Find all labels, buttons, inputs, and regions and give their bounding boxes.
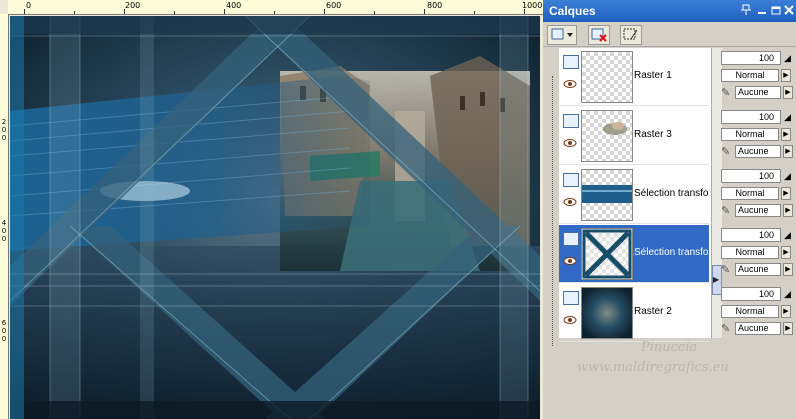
eye-icon[interactable]: [563, 256, 577, 266]
image-canvas[interactable]: [10, 16, 540, 419]
blend-dropdown-arrow-icon[interactable]: ▶: [781, 187, 791, 200]
raster-layer-icon: [563, 173, 579, 187]
opacity-slider-icon[interactable]: ◢: [784, 230, 791, 241]
watermark-line1: Pinuccia: [641, 340, 698, 355]
layer-row[interactable]: Raster 2: [559, 284, 709, 342]
link-icon: ✎: [721, 146, 731, 158]
ruler-label: 200: [125, 1, 141, 10]
layer-properties-row: 100 ◢ Normal ▶ ✎ Aucune ▶: [721, 48, 796, 105]
mask-dropdown-arrow-icon[interactable]: ▶: [783, 204, 793, 217]
link-icon: ✎: [721, 323, 731, 335]
expand-arrow-icon[interactable]: ▶: [713, 275, 719, 284]
ruler-label: 400: [226, 1, 242, 10]
blend-mode-select[interactable]: Normal: [721, 246, 779, 259]
eye-icon[interactable]: [563, 197, 577, 207]
opacity-slider-icon[interactable]: ◢: [784, 289, 791, 300]
layer-thumbnail: [581, 228, 633, 280]
blend-mode-select[interactable]: Normal: [721, 69, 779, 82]
ruler-label: 2 0 0: [1, 118, 7, 142]
layer-thumbnail: [581, 287, 633, 339]
mask-dropdown-arrow-icon[interactable]: ▶: [783, 86, 793, 99]
tree-connector: [552, 76, 553, 346]
ruler-left: 2 0 0 4 0 0 6 0 0: [0, 14, 9, 419]
layer-row[interactable]: Sélection transformée: [559, 166, 709, 224]
layer-properties-row: 100 ◢ Normal ▶ ✎ Aucune ▶: [721, 284, 796, 341]
blend-dropdown-arrow-icon[interactable]: ▶: [781, 128, 791, 141]
link-icon: ✎: [721, 264, 731, 276]
opacity-field[interactable]: 100: [721, 287, 781, 301]
delete-layer-button[interactable]: [588, 25, 610, 45]
blend-dropdown-arrow-icon[interactable]: ▶: [781, 305, 791, 318]
restore-icon[interactable]: [769, 4, 783, 18]
opacity-field[interactable]: 100: [721, 169, 781, 183]
layer-name: Sélection transformée: [634, 188, 708, 199]
ruler-label: 6 0 0: [1, 319, 7, 343]
minimize-icon[interactable]: [755, 4, 769, 18]
layer-properties-row: 100 ◢ Normal ▶ ✎ Aucune ▶: [721, 166, 796, 223]
layer-name: Sélection transformée: [634, 247, 708, 258]
canvas-artwork: [10, 16, 540, 419]
palette-title: Calques: [549, 4, 596, 18]
layer-name: Raster 2: [634, 306, 672, 317]
blend-dropdown-arrow-icon[interactable]: ▶: [781, 246, 791, 259]
layer-row-selected[interactable]: Sélection transformée: [559, 225, 709, 283]
layer-name: Raster 1: [634, 70, 672, 81]
palette-toolbar: [543, 22, 796, 47]
canvas-workspace: 0 200 400 600 800 1000 2 0 0 4 0 0 6 0 0: [0, 0, 544, 419]
link-icon: ✎: [721, 205, 731, 217]
raster-layer-icon: [563, 55, 579, 69]
layer-properties-row: 100 ◢ Normal ▶ ✎ Aucune ▶: [721, 107, 796, 164]
ruler-top: 0 200 400 600 800 1000: [8, 0, 543, 15]
raster-layer-icon: [563, 232, 579, 246]
ruler-label: 1000: [522, 1, 543, 10]
delete-layer-icon: [591, 28, 607, 42]
blend-mode-select[interactable]: Normal: [721, 128, 779, 141]
layer-row[interactable]: Raster 1: [559, 48, 709, 106]
ruler-label: 800: [427, 1, 443, 10]
mask-select[interactable]: Aucune: [735, 86, 781, 99]
raster-layer-icon: [563, 291, 579, 305]
new-layer-button[interactable]: [547, 25, 577, 45]
watermark-line2: www.maldiregrafics.eu: [577, 360, 729, 375]
opacity-field[interactable]: 100: [721, 51, 781, 65]
ruler-label: 4 0 0: [1, 219, 7, 243]
raster-layer-icon: [563, 114, 579, 128]
mask-dropdown-arrow-icon[interactable]: ▶: [783, 145, 793, 158]
selection-icon: [623, 28, 638, 40]
blend-mode-select[interactable]: Normal: [721, 187, 779, 200]
mask-select[interactable]: Aucune: [735, 204, 781, 217]
layer-properties: 100 ◢ Normal ▶ ✎ Aucune ▶ 100 ◢ Normal ▶…: [721, 48, 796, 338]
eye-icon[interactable]: [563, 138, 577, 148]
pin-icon[interactable]: [739, 4, 753, 18]
blend-mode-select[interactable]: Normal: [721, 305, 779, 318]
layers-palette: Calques Raster 1 Raster 3 Sélection tran…: [543, 0, 796, 419]
opacity-field[interactable]: 100: [721, 110, 781, 124]
layer-thumbnail: [581, 51, 633, 103]
opacity-slider-icon[interactable]: ◢: [784, 171, 791, 182]
opacity-slider-icon[interactable]: ◢: [784, 53, 791, 64]
opacity-slider-icon[interactable]: ◢: [784, 112, 791, 123]
layer-thumbnail: [581, 110, 633, 162]
close-icon[interactable]: [782, 4, 796, 18]
canvas-edge: [10, 16, 24, 419]
mask-select[interactable]: Aucune: [735, 263, 781, 276]
new-layer-icon: [551, 28, 573, 40]
layer-row[interactable]: Raster 3: [559, 107, 709, 165]
blend-dropdown-arrow-icon[interactable]: ▶: [781, 69, 791, 82]
ruler-label: 600: [326, 1, 342, 10]
mask-select[interactable]: Aucune: [735, 145, 781, 158]
ruler-label: 0: [26, 1, 32, 10]
layer-name: Raster 3: [634, 129, 672, 140]
mask-select[interactable]: Aucune: [735, 322, 781, 335]
mask-tool-button[interactable]: [620, 25, 642, 45]
mask-dropdown-arrow-icon[interactable]: ▶: [783, 263, 793, 276]
link-icon: ✎: [721, 87, 731, 99]
eye-icon[interactable]: [563, 315, 577, 325]
mask-dropdown-arrow-icon[interactable]: ▶: [783, 322, 793, 335]
opacity-field[interactable]: 100: [721, 228, 781, 242]
palette-titlebar[interactable]: Calques: [543, 0, 796, 22]
layer-thumbnail: [581, 169, 633, 221]
eye-icon[interactable]: [563, 79, 577, 89]
layer-properties-row: 100 ◢ Normal ▶ ✎ Aucune ▶: [721, 225, 796, 282]
